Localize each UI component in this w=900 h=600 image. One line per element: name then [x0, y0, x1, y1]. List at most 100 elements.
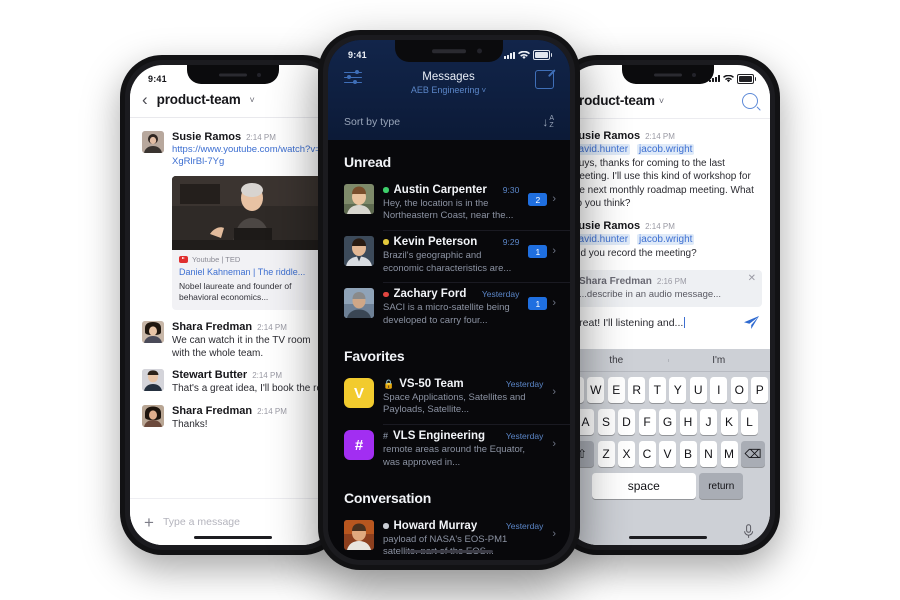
suggestion-item[interactable]: the [565, 355, 668, 366]
send-icon[interactable] [743, 315, 760, 330]
center-notch [395, 40, 503, 62]
list-item[interactable]: V 🔒 VS-50 Team Yesterday Space Applicati… [328, 372, 570, 424]
right-compose-bar[interactable]: Great! I'll listening and... [571, 307, 770, 339]
center-home-indicator[interactable] [405, 549, 493, 553]
message-input[interactable]: Great! I'll listening and... [571, 316, 686, 329]
message-link[interactable]: https://www.youtube.com/watch?v=XgRlrBl-… [172, 144, 323, 169]
key-g[interactable]: G [659, 409, 676, 435]
list-item[interactable]: Howard Murray Yesterday payload of NASA'… [328, 514, 570, 554]
avatar [344, 519, 374, 550]
mention-chip[interactable]: jacob.wright [637, 143, 695, 155]
chevron-right-icon[interactable]: › [552, 298, 556, 309]
key-y[interactable]: Y [669, 377, 687, 403]
right-home-indicator[interactable] [628, 536, 707, 539]
link-preview-card[interactable]: Youtube | TED Daniel Kahneman | The ridd… [172, 175, 322, 311]
link-preview-meta: Youtube | TED Daniel Kahneman | The ridd… [172, 250, 322, 310]
close-icon[interactable]: ✕ [748, 274, 756, 284]
plus-icon[interactable]: + [144, 514, 154, 531]
return-key[interactable]: return [699, 473, 744, 499]
key-p[interactable]: P [751, 377, 769, 403]
left-home-indicator[interactable] [193, 536, 272, 539]
key-w[interactable]: W [587, 377, 605, 403]
chevron-right-icon[interactable]: › [552, 528, 556, 540]
list-item[interactable]: # # VLS Engineering Yesterday remote are… [328, 424, 570, 476]
back-icon[interactable]: ‹ [142, 91, 148, 108]
chevron-right-icon[interactable]: › [552, 387, 556, 398]
message-author: Susie Ramos [172, 131, 242, 143]
video-thumbnail[interactable] [172, 175, 322, 250]
wifi-icon [723, 74, 734, 82]
group-tile-letter: V [353, 384, 364, 402]
conversation-name: VS-50 Team [399, 378, 464, 391]
key-m[interactable]: M [720, 441, 738, 467]
key-b[interactable]: B [679, 441, 697, 467]
key-x[interactable]: X [618, 441, 635, 467]
message-text: Thanks! [172, 418, 208, 430]
key-h[interactable]: H [679, 409, 697, 435]
backspace-key[interactable]: ⌫ [741, 441, 765, 467]
key-r[interactable]: R [628, 377, 646, 403]
list-item[interactable]: Zachary Ford Yesterday SACI is a micro-s… [328, 282, 570, 334]
keyboard-suggestions[interactable]: the I'm [565, 349, 770, 372]
key-c[interactable]: C [638, 441, 656, 467]
left-channel-title[interactable]: product-team [157, 92, 241, 107]
right-message-list[interactable]: Susie Ramos 2:14 PM david.hunter jacob.w… [565, 118, 770, 339]
chevron-right-icon[interactable]: › [552, 246, 556, 257]
key-d[interactable]: D [618, 409, 635, 435]
key-o[interactable]: O [730, 377, 748, 403]
conversation-time: 9:29 [502, 237, 520, 248]
message-item: Susie Ramos 2:14 PM david.hunter jacob.w… [571, 215, 770, 265]
right-channel-title[interactable]: product-team [571, 93, 655, 108]
key-v[interactable]: V [659, 441, 676, 467]
chevron-right-icon[interactable]: › [552, 439, 556, 450]
chevron-right-icon[interactable]: › [552, 194, 556, 205]
key-e[interactable]: E [607, 377, 625, 403]
chevron-down-icon[interactable]: ˅ [250, 95, 255, 105]
microphone-icon[interactable] [743, 523, 754, 539]
message-input[interactable]: Type a message [163, 516, 240, 528]
quote-author: Shara Fredman [579, 276, 652, 287]
conversation-preview: SACI is a micro-satellite being develope… [383, 302, 510, 326]
left-chat-header: ‹ product-team ˅ [130, 84, 335, 118]
chevron-down-icon[interactable]: ˅ [659, 96, 664, 106]
center-title-block: Messages AEB Engineering ˅ [362, 71, 535, 95]
onscreen-keyboard[interactable]: the I'm Q W E R T Y U I O P [565, 349, 770, 545]
key-i[interactable]: I [710, 377, 728, 403]
conversation-time: Yesterday [505, 379, 544, 390]
key-j[interactable]: J [700, 409, 717, 435]
compose-icon[interactable] [535, 70, 554, 89]
message-text: Did you record the meeting? [571, 247, 697, 259]
list-item-body: # VLS Engineering Yesterday remote areas… [383, 430, 543, 469]
key-u[interactable]: U [689, 377, 707, 403]
sort-az-icon[interactable]: ↓ A Z [542, 115, 554, 129]
right-notch [621, 65, 714, 84]
sliders-icon[interactable] [344, 70, 362, 86]
key-z[interactable]: Z [597, 441, 615, 467]
key-l[interactable]: L [741, 409, 758, 435]
center-conversation-list[interactable]: Unread Austin Carpenter 9:30 Hey, the lo… [328, 140, 570, 554]
key-n[interactable]: N [700, 441, 717, 467]
screenshot-stage: 9:41 ‹ product-team ˅ Susie Ramos 2:14 P… [0, 0, 900, 600]
list-item[interactable]: Kevin Peterson 9:29 Brazil's geographic … [328, 230, 570, 282]
center-header: 9:41 Messages AEB Engineering ˅ Sort by … [328, 40, 570, 140]
key-s[interactable]: S [597, 409, 615, 435]
text-caret [684, 316, 686, 328]
battery-icon [533, 50, 552, 60]
workspace-selector[interactable]: AEB Engineering ˅ [362, 85, 535, 95]
left-message-list[interactable]: Susie Ramos 2:14 PM https://www.youtube.… [130, 118, 335, 496]
status-icons [709, 74, 756, 84]
conversation-name: Kevin Peterson [393, 236, 478, 249]
space-key[interactable]: space [591, 473, 696, 499]
search-icon[interactable] [742, 92, 758, 109]
key-t[interactable]: T [648, 377, 666, 403]
sort-bar[interactable]: Sort by type ↓ A Z [328, 106, 570, 140]
suggestion-item[interactable]: I'm [667, 355, 771, 366]
link-preview-title[interactable]: Daniel Kahneman | The riddle... [179, 267, 315, 278]
keyboard-row-1: Q W E R T Y U I O P [566, 377, 769, 403]
key-f[interactable]: F [638, 409, 656, 435]
chevron-down-icon: ˅ [481, 86, 487, 95]
conversation-preview: remote areas around the Equator, was app… [383, 444, 526, 468]
key-k[interactable]: K [720, 409, 738, 435]
list-item[interactable]: Austin Carpenter 9:30 Hey, the location … [328, 178, 570, 230]
mention-chip[interactable]: jacob.wright [637, 233, 695, 245]
